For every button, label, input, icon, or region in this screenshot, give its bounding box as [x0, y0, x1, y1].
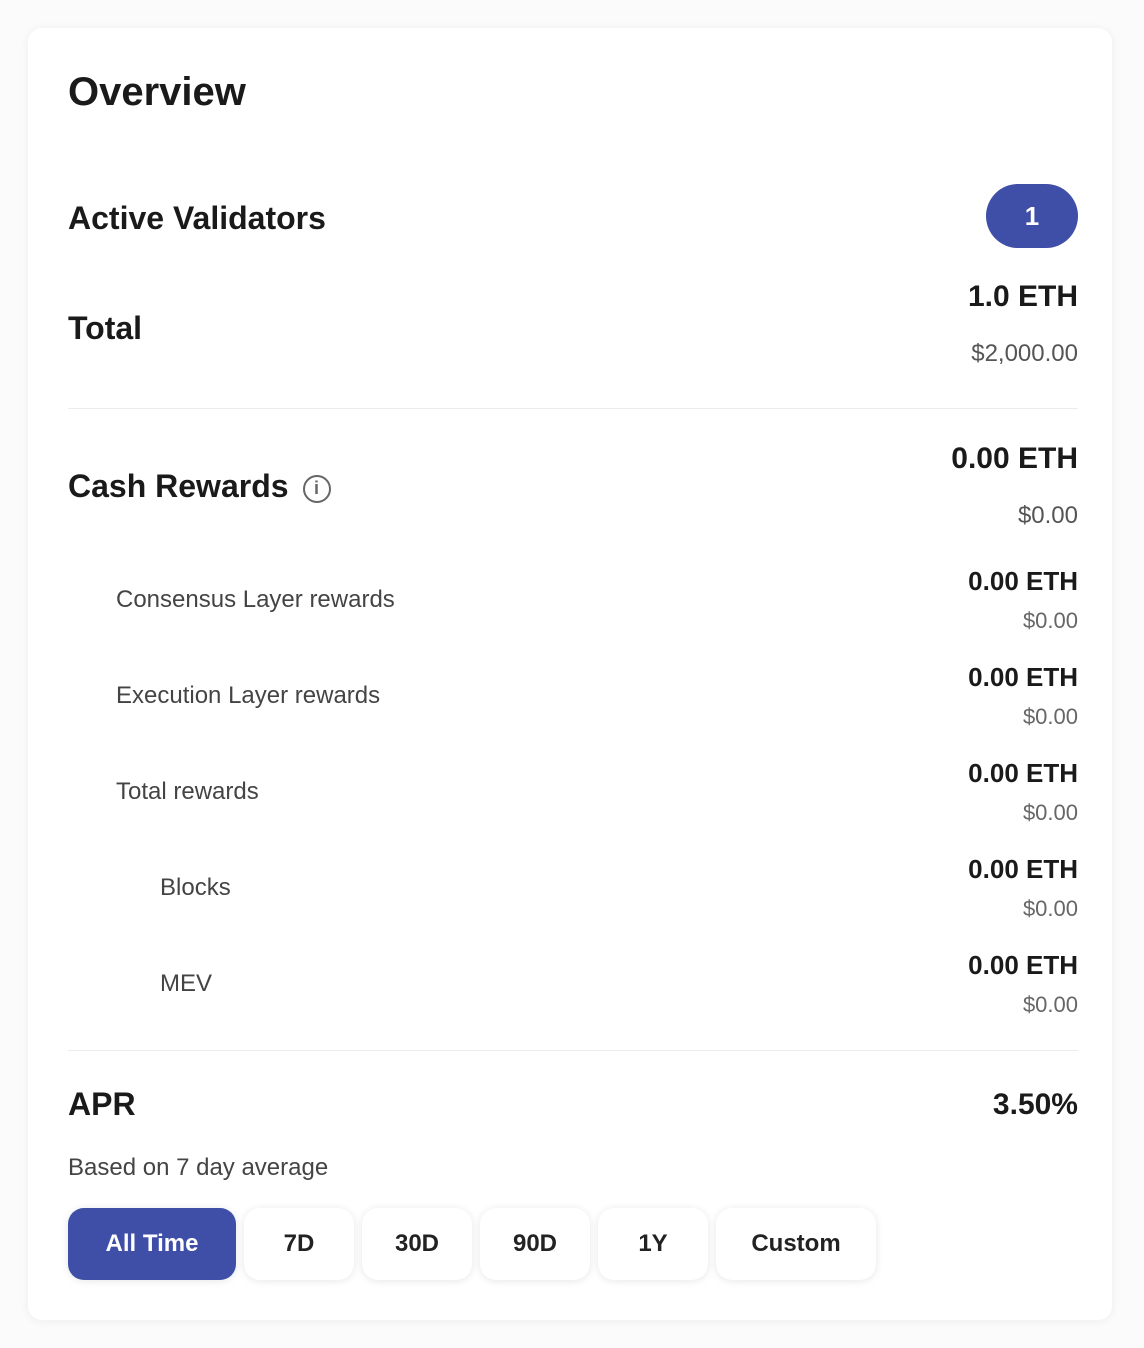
- consensus-rewards-sub: $0.00: [1022, 608, 1078, 633]
- tab-1y[interactable]: 1Y: [598, 1208, 708, 1280]
- tab-30d[interactable]: 30D: [362, 1208, 472, 1280]
- apr-value: 3.50%: [992, 1088, 1078, 1121]
- info-icon[interactable]: i: [302, 474, 331, 503]
- total-value: 1.0 ETH: [967, 280, 1078, 313]
- period-tabs: All Time 7D 30D 90D 1Y Custom: [68, 1208, 876, 1280]
- cash-rewards-label: Cash Rewards i: [68, 468, 331, 505]
- active-validators-label: Active Validators: [68, 200, 326, 236]
- mev-label: MEV: [160, 970, 213, 997]
- mev-value: 0.00 ETH: [968, 950, 1078, 980]
- total-rewards-value: 0.00 ETH: [968, 758, 1078, 788]
- total-rewards-label: Total rewards: [116, 778, 259, 805]
- tab-custom[interactable]: Custom: [716, 1208, 876, 1280]
- tab-7d[interactable]: 7D: [244, 1208, 354, 1280]
- total-label: Total: [68, 310, 143, 346]
- total-sub-value: $2,000.00: [971, 340, 1078, 367]
- overview-card: Overview Active Validators 1 Total 1.0 E…: [28, 28, 1112, 1320]
- cash-rewards-label-text: Cash Rewards: [68, 468, 289, 504]
- total-rewards-sub: $0.00: [1022, 800, 1078, 825]
- execution-rewards-sub: $0.00: [1022, 704, 1078, 729]
- tab-all-time[interactable]: All Time: [68, 1208, 236, 1280]
- mev-sub: $0.00: [1022, 992, 1078, 1017]
- consensus-rewards-value: 0.00 ETH: [968, 566, 1078, 596]
- divider: [68, 408, 1078, 409]
- divider: [68, 1050, 1078, 1051]
- blocks-value: 0.00 ETH: [968, 854, 1078, 884]
- page-title: Overview: [68, 70, 246, 114]
- tab-90d[interactable]: 90D: [480, 1208, 590, 1280]
- cash-rewards-sub-value: $0.00: [1017, 502, 1078, 529]
- consensus-rewards-label: Consensus Layer rewards: [116, 586, 395, 613]
- execution-rewards-value: 0.00 ETH: [968, 662, 1078, 692]
- blocks-label: Blocks: [160, 874, 231, 901]
- blocks-sub: $0.00: [1022, 896, 1078, 921]
- apr-label: APR: [68, 1086, 136, 1122]
- active-validators-count-badge[interactable]: 1: [986, 184, 1078, 248]
- cash-rewards-value: 0.00 ETH: [951, 442, 1078, 475]
- execution-rewards-label: Execution Layer rewards: [116, 682, 381, 709]
- apr-note: Based on 7 day average: [68, 1154, 329, 1181]
